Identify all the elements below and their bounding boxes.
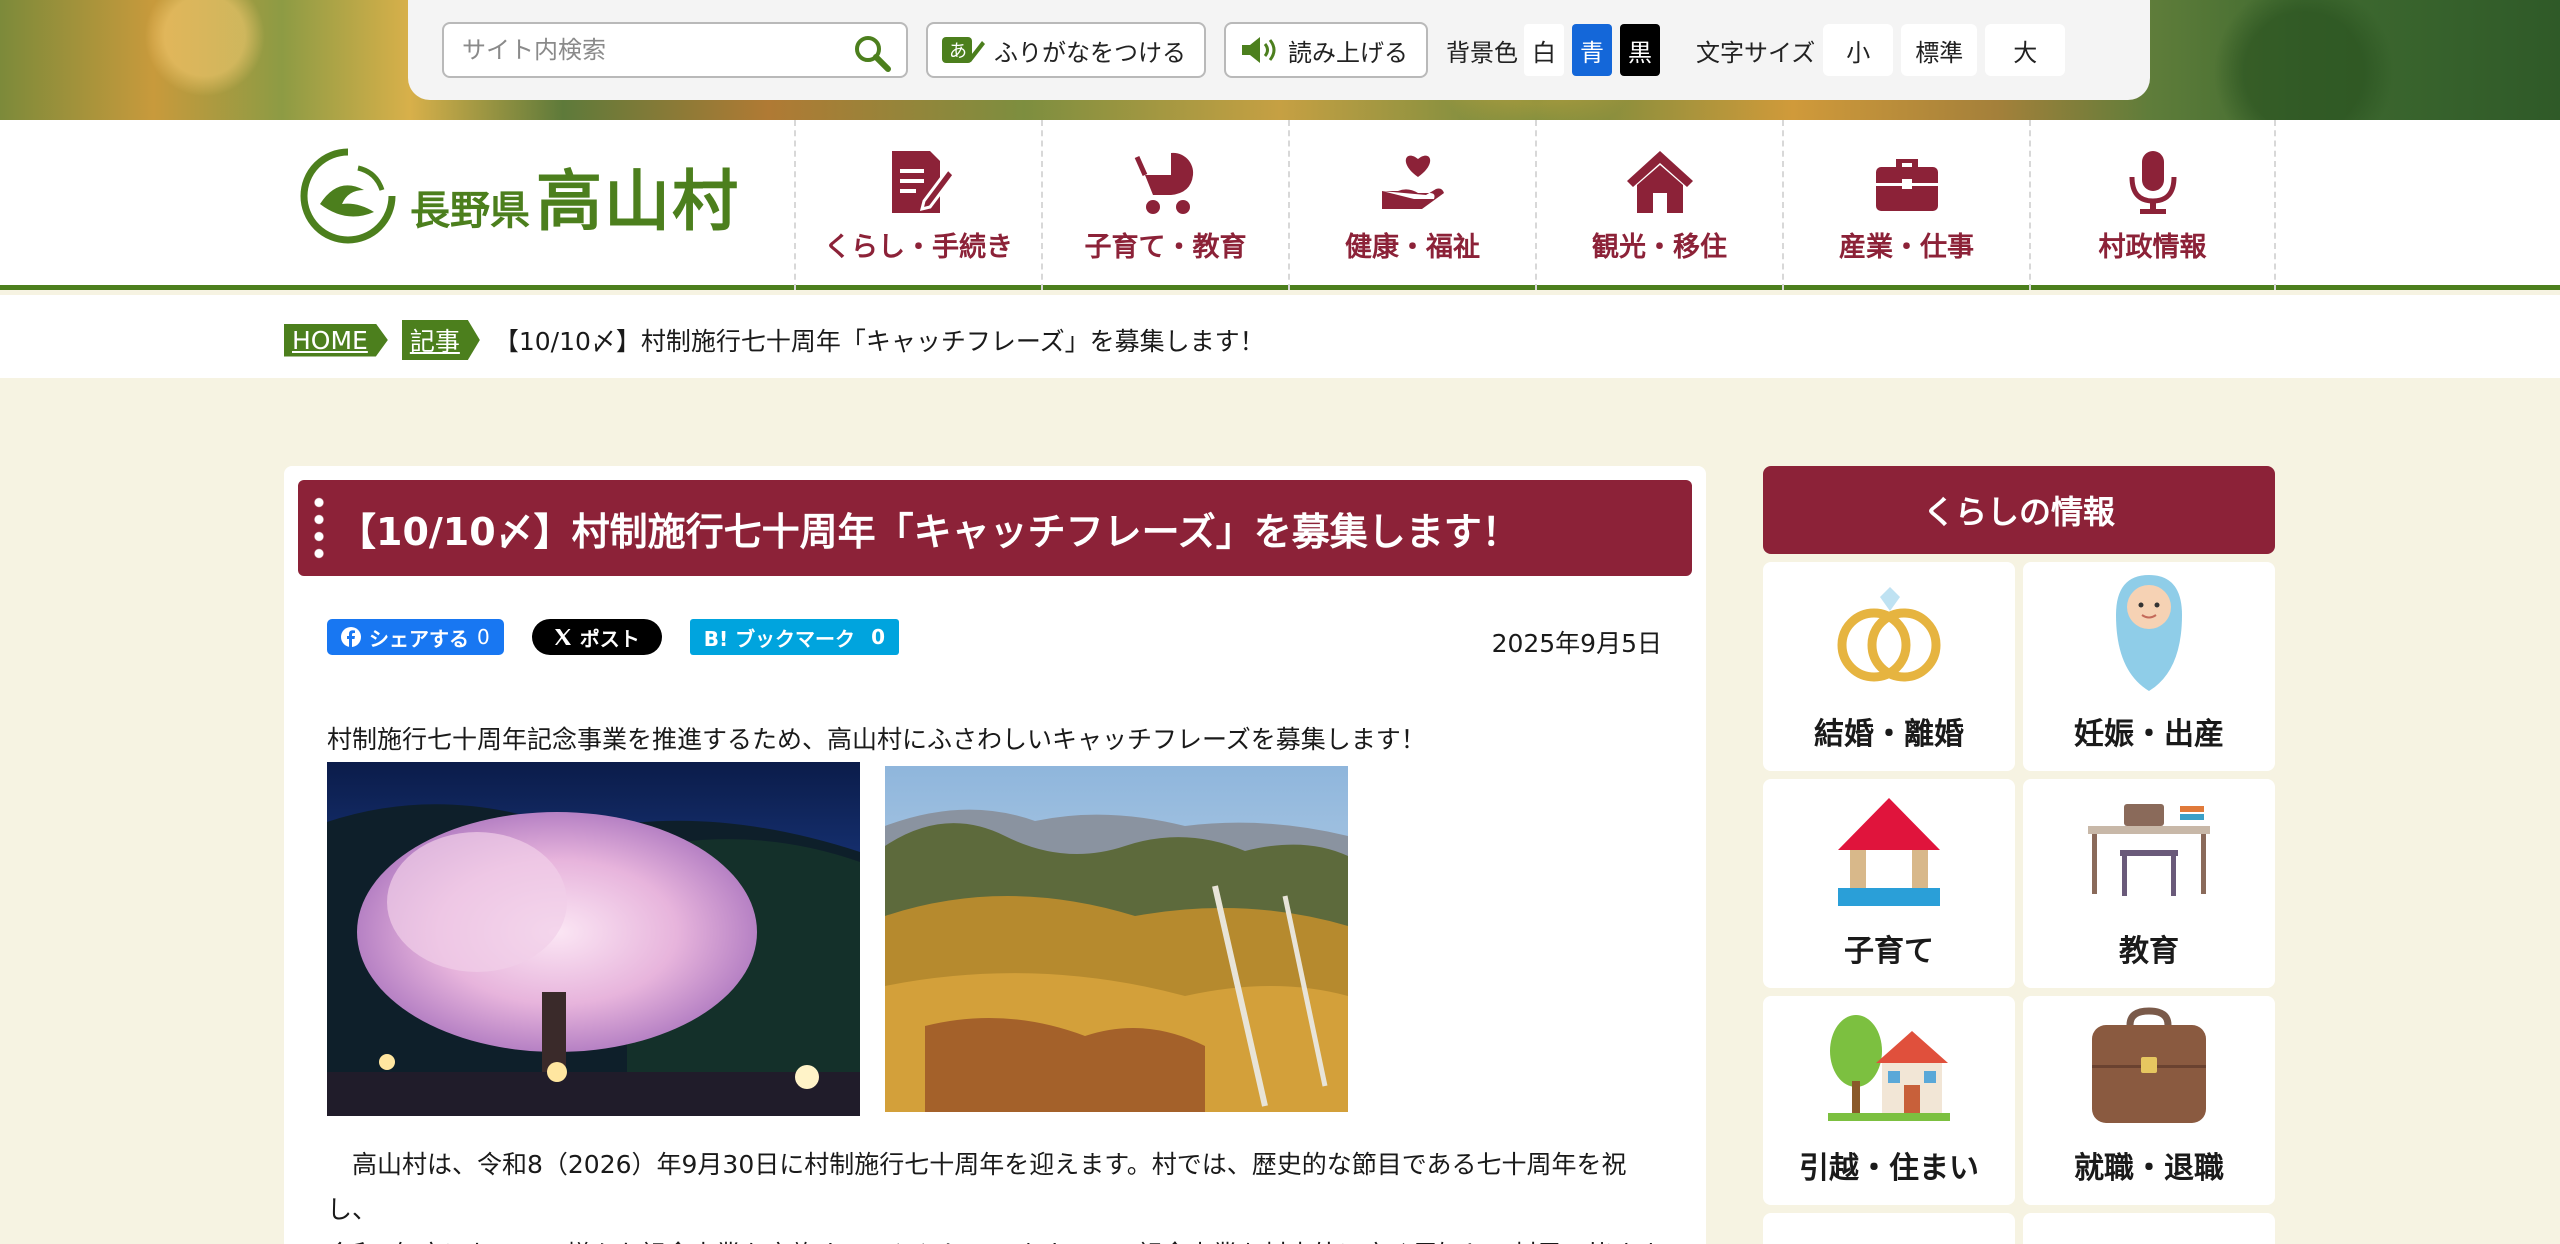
breadcrumb-current: 【10/10〆】村制施行七十周年「キャッチフレーズ」を募集します！ xyxy=(493,327,1265,356)
tile-pregnancy-label: 妊娠・出産 xyxy=(2074,717,2224,752)
x-post-button[interactable]: ポスト xyxy=(531,619,662,655)
article-body-line-2: 令和8年度において、様々な記念事業を実施することとしています。この記念事業を村内… xyxy=(327,1232,1667,1244)
x-icon xyxy=(554,629,571,645)
nav-tourism-label: 観光・移住 xyxy=(1592,231,1727,263)
tile-education-label: 教育 xyxy=(2119,934,2179,969)
x-post-label: ポスト xyxy=(579,626,640,651)
tile-marriage[interactable]: 結婚・離婚 xyxy=(1763,562,2015,771)
nav-village-info-label: 村政情報 xyxy=(2098,231,2207,263)
logo-prefecture: 長野県 xyxy=(410,188,530,234)
speaker-icon xyxy=(1242,37,1276,63)
bg-white-button[interactable]: 白 xyxy=(1524,24,1564,76)
tile-pregnancy[interactable]: 妊娠・出産 xyxy=(2023,562,2275,771)
read-aloud-label: 読み上げる xyxy=(1288,38,1408,67)
site-logo[interactable]: 長野県 高山村 xyxy=(298,146,740,246)
nav-health[interactable]: 健康・福祉 xyxy=(1288,120,1535,290)
heart-hand-icon xyxy=(1381,155,1444,209)
bg-blue-button[interactable]: 青 xyxy=(1572,24,1612,76)
furigana-icon: あ xyxy=(942,37,985,63)
nav-industry[interactable]: 産業・仕事 xyxy=(1782,120,2029,290)
logo-village: 高山村 xyxy=(536,163,740,240)
desk-icon xyxy=(2088,804,2210,896)
article-card: 【10/10〆】村制施行七十周年「キャッチフレーズ」を募集します！ シェアする … xyxy=(284,466,1706,1244)
autumn-mountain-photo xyxy=(885,766,1348,1112)
tile-partial-1[interactable] xyxy=(1763,1213,2015,1244)
life-info-tiles: 結婚・離婚 妊娠・出産 子育て 教育 引越・住まい 就職・退職 xyxy=(1763,562,2275,1244)
search-box xyxy=(442,22,908,78)
tile-marriage-label: 結婚・離婚 xyxy=(1814,717,1964,752)
tile-childcare[interactable]: 子育て xyxy=(1763,779,2015,988)
fontsize-large-button[interactable]: 大 xyxy=(1985,24,2066,76)
playhouse-icon xyxy=(1838,798,1940,906)
furigana-button[interactable]: あ ふりがなをつける xyxy=(926,22,1206,78)
fontsize-label: 文字サイズ xyxy=(1696,38,1816,67)
facebook-share-button[interactable]: シェアする 0 xyxy=(327,619,504,655)
tile-employment-label: 就職・退職 xyxy=(2074,1151,2224,1186)
article-body-line-1: 高山村は、令和8（2026）年9月30日に村制施行七十周年を迎えます。村では、歴… xyxy=(327,1150,1627,1224)
nav-childcare-label: 子育て・教育 xyxy=(1084,231,1247,263)
bg-black-button[interactable]: 黒 xyxy=(1620,24,1660,76)
nav-living-label: くらし・手続き xyxy=(824,231,1013,263)
hatena-bookmark-label: B! ブックマーク xyxy=(703,626,856,651)
nav-tourism[interactable]: 観光・移住 xyxy=(1535,120,1782,290)
nav-village-info[interactable]: 村政情報 xyxy=(2029,120,2276,290)
house-tree-icon xyxy=(1828,1015,1950,1121)
global-nav: くらし・手続き 子育て・教育 健康・福祉 観光・移住 産業・仕事 村政情報 xyxy=(794,120,2276,290)
fontsize-standard-button[interactable]: 標準 xyxy=(1901,24,1978,76)
cherry-blossom-photo xyxy=(327,762,860,1116)
briefcase-icon xyxy=(1875,158,1938,211)
microphone-icon xyxy=(2129,150,2176,214)
article-lead: 村制施行七十周年記念事業を推進するため、高山村にふさわしいキャッチフレーズを募集… xyxy=(327,725,1426,754)
article-date: 2025年9月5日 xyxy=(1491,629,1662,658)
nav-health-label: 健康・福祉 xyxy=(1345,231,1480,263)
article-body: 高山村は、令和8（2026）年9月30日に村制施行七十周年を迎えます。村では、歴… xyxy=(327,1142,1667,1244)
bgcolor-label: 背景色 xyxy=(1446,38,1518,67)
read-aloud-button[interactable]: 読み上げる xyxy=(1224,22,1428,78)
rings-icon xyxy=(1837,587,1941,682)
stroller-icon xyxy=(1134,152,1193,214)
facebook-icon xyxy=(341,627,361,647)
tile-housing[interactable]: 引越・住まい xyxy=(1763,996,2015,1205)
bag-icon xyxy=(2092,1007,2206,1123)
baby-icon xyxy=(2116,575,2182,691)
facebook-share-label: シェアする xyxy=(369,626,469,651)
hatena-bookmark-count: 0 xyxy=(871,625,885,649)
site-header: 長野県 高山村 くらし・手続き 子育て・教育 健康・福祉 観光・移住 産業・仕事… xyxy=(0,120,2560,290)
village-emblem-icon xyxy=(300,148,396,244)
utility-toolbar: あ ふりがなをつける 読み上げる 背景色 白 青 黒 文字サイズ 小 標準 大 xyxy=(408,0,2150,100)
furigana-label: ふりがなをつける xyxy=(994,38,1186,67)
nav-childcare[interactable]: 子育て・教育 xyxy=(1041,120,1288,290)
tile-partial-2[interactable] xyxy=(2023,1213,2275,1244)
share-buttons: シェアする 0 ポスト B! ブックマーク 0 xyxy=(327,619,899,655)
breadcrumb: HOME 記事 【10/10〆】村制施行七十周年「キャッチフレーズ」を募集します… xyxy=(284,320,1265,360)
breadcrumb-bar: HOME 記事 【10/10〆】村制施行七十周年「キャッチフレーズ」を募集します… xyxy=(0,295,2560,378)
tile-housing-label: 引越・住まい xyxy=(1799,1151,1979,1186)
article-title: 【10/10〆】村制施行七十周年「キャッチフレーズ」を募集します！ xyxy=(338,509,1520,554)
document-pen-icon xyxy=(891,150,954,213)
hatena-bookmark-button[interactable]: B! ブックマーク 0 xyxy=(689,619,899,655)
tile-childcare-label: 子育て xyxy=(1844,934,1934,969)
sidebar-heading: くらしの情報 xyxy=(1763,466,2275,554)
nav-living[interactable]: くらし・手続き xyxy=(794,120,1041,290)
search-input[interactable] xyxy=(444,24,906,76)
tile-employment[interactable]: 就職・退職 xyxy=(2023,996,2275,1205)
search-icon[interactable] xyxy=(852,33,892,73)
fontsize-small-button[interactable]: 小 xyxy=(1823,24,1894,76)
breadcrumb-articles[interactable]: 記事 xyxy=(402,320,480,360)
nav-industry-label: 産業・仕事 xyxy=(1839,231,1974,263)
facebook-share-count: 0 xyxy=(477,625,490,649)
title-dots-decoration xyxy=(314,494,324,562)
article-title-bar: 【10/10〆】村制施行七十周年「キャッチフレーズ」を募集します！ xyxy=(298,480,1692,576)
house-icon xyxy=(1626,150,1693,213)
breadcrumb-home[interactable]: HOME xyxy=(284,324,388,357)
svg-text:あ: あ xyxy=(949,41,967,62)
tile-education[interactable]: 教育 xyxy=(2023,779,2275,988)
